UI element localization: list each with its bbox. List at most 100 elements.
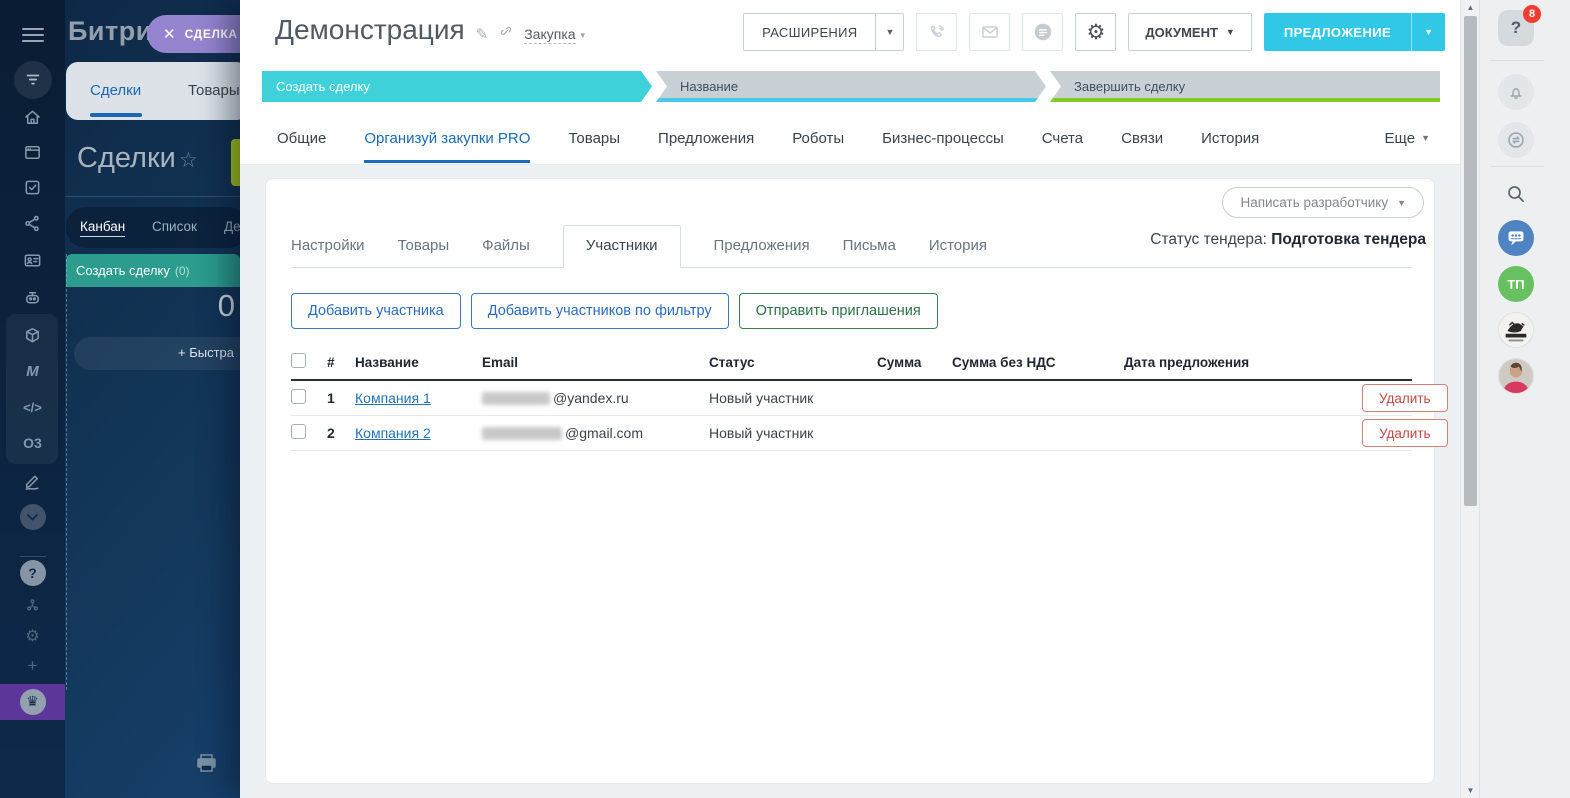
ttab-history[interactable]: История bbox=[929, 237, 987, 267]
developer-code-icon[interactable]: </> bbox=[0, 394, 65, 420]
integration-molecule-icon[interactable] bbox=[0, 592, 65, 618]
link-icon[interactable] bbox=[499, 25, 513, 44]
company-link[interactable]: Компания 2 bbox=[355, 425, 431, 441]
delete-button[interactable]: Удалить bbox=[1362, 384, 1448, 412]
stage-create-deal[interactable]: Создать сделку bbox=[262, 71, 652, 102]
proposal-dropdown[interactable]: ▼ bbox=[1411, 13, 1445, 51]
proposal-button[interactable]: ПРЕДЛОЖЕНИЕ ▼ bbox=[1264, 13, 1445, 51]
deal-title[interactable]: Демонстрация bbox=[275, 14, 465, 46]
deal-toolbar: РАСШИРЕНИЯ ▼ ⚙ ДОКУМЕНТ ▼ ПРЕДЛОЖЕНИЕ ▼ bbox=[743, 13, 1445, 51]
chat-transfer-button[interactable] bbox=[1498, 122, 1534, 158]
deal-category[interactable]: Закупка ▾ bbox=[524, 26, 585, 44]
view-tab-activities[interactable]: Де bbox=[224, 219, 240, 234]
company-logo-avatar[interactable] bbox=[1498, 312, 1534, 348]
scroll-down-arrow[interactable]: ▼ bbox=[1461, 786, 1480, 795]
tab-links[interactable]: Связи bbox=[1121, 114, 1163, 163]
group-chat-avatar[interactable] bbox=[1498, 220, 1534, 256]
favorite-star-icon[interactable]: ☆ bbox=[179, 148, 198, 172]
tender-card: Написать разработчику ▼ Статус тендера: … bbox=[265, 178, 1435, 784]
add-deal-button-partial[interactable] bbox=[231, 139, 240, 186]
tasks-check-icon[interactable] bbox=[0, 174, 65, 200]
close-icon[interactable]: ✕ bbox=[163, 27, 176, 42]
page-scrollbar[interactable]: ▲ ▼ bbox=[1460, 0, 1479, 798]
tab-quotes[interactable]: Предложения bbox=[658, 114, 754, 163]
robot-icon[interactable] bbox=[0, 284, 65, 310]
sign-pen-icon[interactable] bbox=[0, 468, 65, 494]
tab-bizproc[interactable]: Бизнес-процессы bbox=[882, 114, 1004, 163]
help-icon[interactable]: ? bbox=[0, 560, 65, 586]
row-checkbox[interactable] bbox=[291, 424, 306, 439]
add-plus-icon[interactable]: + bbox=[0, 653, 65, 679]
tp-avatar[interactable]: ТП bbox=[1498, 266, 1534, 302]
m-app-icon[interactable]: M bbox=[0, 358, 65, 384]
o3-app-icon[interactable]: О3 bbox=[0, 430, 65, 456]
user-avatar[interactable] bbox=[1498, 358, 1534, 394]
chat-1c-button[interactable] bbox=[1022, 13, 1063, 51]
network-share-icon[interactable] bbox=[0, 210, 65, 236]
scrollbar-thumb[interactable] bbox=[1464, 16, 1477, 506]
tab-general[interactable]: Общие bbox=[277, 114, 326, 163]
bg-page-title: Сделки bbox=[77, 142, 176, 175]
write-developer-button[interactable]: Написать разработчику ▼ bbox=[1222, 187, 1424, 218]
row-num: 2 bbox=[327, 425, 355, 441]
contacts-card-icon[interactable] bbox=[0, 247, 65, 273]
settings-gear-icon[interactable]: ⚙ bbox=[0, 622, 65, 648]
tab-invoices[interactable]: Счета bbox=[1042, 114, 1083, 163]
help-button[interactable]: ? 8 bbox=[1498, 10, 1534, 46]
tab-products[interactable]: Товары bbox=[568, 114, 620, 163]
tab-history[interactable]: История bbox=[1201, 114, 1259, 163]
kanban-column-header[interactable]: Создать сделку (0) bbox=[66, 254, 240, 287]
crown-app-icon[interactable]: ♛ bbox=[0, 684, 65, 720]
ttab-settings[interactable]: Настройки bbox=[291, 237, 365, 267]
select-all-checkbox[interactable] bbox=[291, 353, 306, 368]
extensions-dropdown[interactable]: ▼ bbox=[875, 14, 903, 50]
collapse-chevron-icon[interactable] bbox=[0, 504, 65, 530]
document-button[interactable]: ДОКУМЕНТ ▼ bbox=[1128, 13, 1251, 51]
quick-deal-button[interactable]: + Быстра bbox=[74, 337, 240, 370]
stage-close-deal[interactable]: Завершить сделку bbox=[1050, 71, 1440, 102]
ttab-files[interactable]: Файлы bbox=[482, 237, 530, 267]
row-checkbox[interactable] bbox=[291, 389, 306, 404]
edit-pencil-icon[interactable]: ✎ bbox=[476, 25, 489, 43]
tab-products[interactable]: Товары bbox=[188, 82, 240, 99]
phone-button[interactable] bbox=[916, 13, 957, 51]
extensions-button[interactable]: РАСШИРЕНИЯ ▼ bbox=[743, 13, 904, 51]
settings-gear-button[interactable]: ⚙ bbox=[1075, 13, 1116, 51]
tab-more[interactable]: Еще ▼ bbox=[1385, 130, 1430, 147]
main-tabs: Общие Организуй закупки PRO Товары Предл… bbox=[240, 112, 1460, 165]
tab-robots[interactable]: Роботы bbox=[792, 114, 844, 163]
chevron-down-icon: ▼ bbox=[1421, 133, 1430, 143]
printer-icon[interactable] bbox=[196, 754, 217, 778]
status-cell: Новый участник bbox=[709, 425, 877, 441]
add-participants-filter-button[interactable]: Добавить участников по фильтру bbox=[471, 293, 729, 329]
col-sum-no-vat: Сумма без НДС bbox=[952, 355, 1112, 370]
email-button[interactable] bbox=[969, 13, 1010, 51]
hamburger-menu-icon[interactable] bbox=[0, 22, 65, 48]
view-tab-kanban[interactable]: Канбан bbox=[80, 219, 125, 237]
company-home-icon[interactable] bbox=[0, 104, 65, 130]
tab-purchases-pro[interactable]: Организуй закупки PRO bbox=[364, 114, 530, 163]
kanban-column-total: 0 bbox=[183, 288, 235, 324]
search-button[interactable] bbox=[1498, 176, 1534, 212]
quick-deal-label: + Быстра bbox=[178, 345, 234, 360]
add-participant-button[interactable]: Добавить участника bbox=[291, 293, 461, 329]
market-cube-icon[interactable] bbox=[0, 322, 65, 348]
view-tab-list[interactable]: Список bbox=[152, 219, 197, 234]
stage-name[interactable]: Название bbox=[656, 71, 1046, 102]
send-invitations-button[interactable]: Отправить приглашения bbox=[739, 293, 938, 329]
ttab-letters[interactable]: Письма bbox=[843, 237, 896, 267]
ttab-products[interactable]: Товары bbox=[398, 237, 450, 267]
scroll-up-arrow[interactable]: ▲ bbox=[1461, 3, 1480, 12]
delete-button[interactable]: Удалить bbox=[1362, 419, 1448, 447]
crm-funnel-icon[interactable] bbox=[0, 61, 65, 99]
rail-divider bbox=[1490, 166, 1544, 167]
ttab-proposals[interactable]: Предложения bbox=[714, 237, 810, 267]
notifications-bell-button[interactable] bbox=[1498, 74, 1534, 110]
deal-category-label: Закупка bbox=[524, 26, 575, 44]
sites-window-icon[interactable] bbox=[0, 139, 65, 165]
left-sidebar: M </> О3 ? ⚙ + ♛ bbox=[0, 0, 65, 798]
ttab-participants[interactable]: Участники bbox=[563, 225, 681, 268]
deal-slider-pill[interactable]: ✕ СДЕЛКА bbox=[147, 15, 240, 53]
company-link[interactable]: Компания 1 bbox=[355, 390, 431, 406]
tab-deals[interactable]: Сделки bbox=[90, 82, 141, 99]
